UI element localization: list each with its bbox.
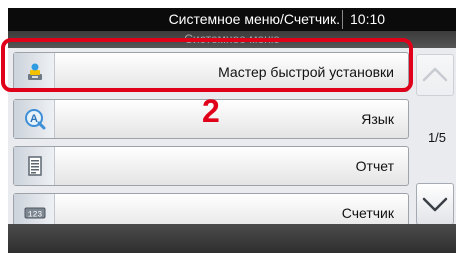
svg-text:A: A [30, 113, 38, 125]
page-indicator: 1/5 [427, 130, 447, 145]
menu-item-label: Счетчик [341, 205, 394, 221]
menu-item-report[interactable]: Отчет [13, 146, 409, 186]
status-time: 10:10 [350, 11, 386, 27]
menu-item-label: Отчет [355, 158, 394, 174]
report-icon [28, 156, 42, 176]
status-divider [342, 10, 343, 29]
footer-bar [8, 224, 456, 253]
svg-text:123: 123 [28, 211, 43, 220]
scroll-down-button[interactable] [416, 183, 454, 225]
status-bar: Системное меню/Счетчик. 10:10 [8, 8, 456, 31]
scroll-panel: 1/5 [416, 48, 456, 225]
step-number-label: 2 [202, 93, 220, 129]
chevron-up-icon [422, 67, 448, 82]
language-icon: A [25, 109, 46, 130]
scroll-up-button[interactable] [416, 54, 454, 96]
status-title: Системное меню/Счетчик. [168, 11, 340, 27]
chevron-down-icon [422, 197, 448, 212]
counter-icon: 123 [24, 207, 46, 220]
highlight-frame [1, 38, 413, 92]
menu-item-label: Язык [361, 111, 394, 127]
